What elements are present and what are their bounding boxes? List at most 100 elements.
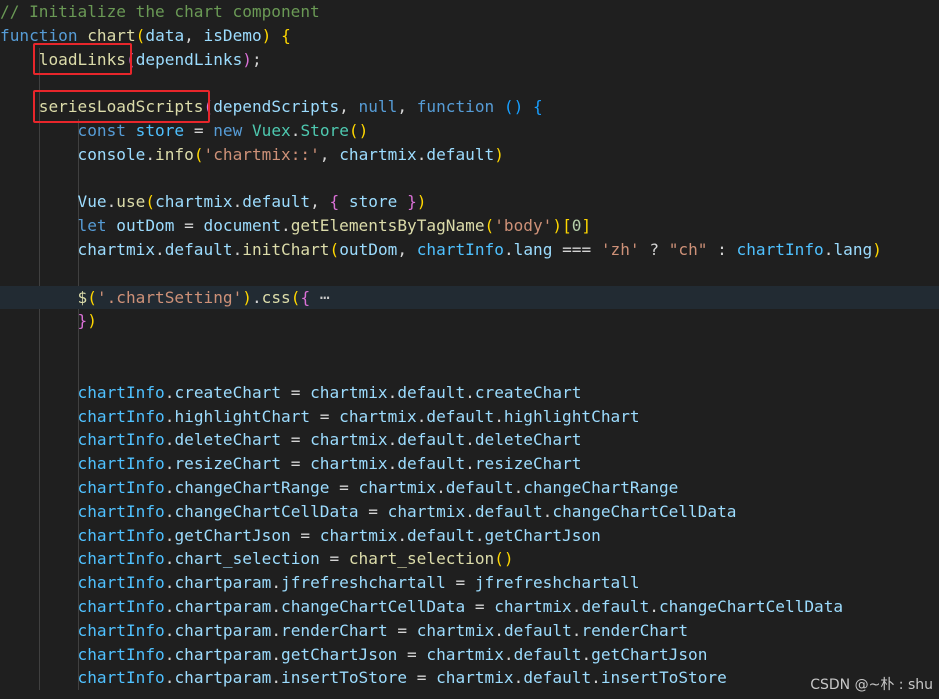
code-token: = bbox=[290, 525, 320, 545]
code-token: use bbox=[116, 192, 146, 212]
code-token: chartmix bbox=[310, 454, 388, 474]
code-token: . bbox=[397, 525, 408, 545]
code-token: default bbox=[164, 240, 233, 259]
code-line: chartInfo.changeChartCellData = chartmix… bbox=[0, 500, 939, 524]
code-token: . bbox=[271, 620, 282, 640]
code-token: = bbox=[407, 668, 437, 688]
code-token: ) bbox=[552, 216, 563, 236]
code-token: chartparam bbox=[174, 573, 272, 593]
code-token: . bbox=[649, 597, 659, 616]
code-token: Vuex bbox=[251, 121, 291, 140]
code-token: , bbox=[397, 97, 417, 117]
code-token: = bbox=[465, 597, 495, 616]
code-editor[interactable]: // Initialize the chart component functio… bbox=[0, 0, 939, 699]
code-line: chartInfo.chart_selection = chart_select… bbox=[0, 547, 939, 571]
code-token: . bbox=[164, 501, 175, 521]
code-token: ( bbox=[87, 287, 97, 307]
code-token: . bbox=[251, 287, 262, 307]
code-token: , bbox=[397, 240, 417, 259]
code-line: chartInfo.createChart = chartmix.default… bbox=[0, 381, 939, 405]
code-token: = bbox=[174, 216, 204, 236]
code-token: deleteChart bbox=[174, 430, 282, 450]
code-line: chartInfo.changeChartRange = chartmix.de… bbox=[0, 476, 939, 500]
code-token: chartmix bbox=[387, 501, 466, 521]
code-token: changeChartCellData bbox=[281, 597, 466, 616]
code-token: default bbox=[426, 406, 495, 426]
code-token: ) bbox=[87, 311, 97, 331]
code-token: ( bbox=[329, 240, 340, 259]
code-token: chartInfo bbox=[77, 430, 165, 450]
code-token: chartInfo bbox=[77, 501, 165, 521]
code-token: default bbox=[407, 525, 475, 545]
code-token: default bbox=[503, 620, 572, 640]
code-token: jfrefreshchartall bbox=[281, 573, 446, 593]
code-token: renderChart bbox=[281, 620, 388, 640]
code-token: chartparam bbox=[174, 644, 272, 664]
code-token: resizeChart bbox=[174, 454, 282, 474]
code-token: document bbox=[203, 216, 282, 236]
code-token: ( bbox=[193, 144, 204, 164]
code-token: createChart bbox=[474, 382, 582, 402]
code-line: }) bbox=[0, 309, 939, 333]
code-token: . bbox=[164, 620, 175, 640]
code-line-current: $('.chartSetting').css({ ⋯ bbox=[0, 285, 939, 310]
code-token: css bbox=[261, 287, 291, 307]
code-token: = bbox=[281, 430, 311, 450]
code-token: . bbox=[164, 406, 175, 426]
code-token: , bbox=[310, 192, 330, 212]
code-token: . bbox=[387, 430, 398, 450]
code-token: . bbox=[581, 644, 592, 664]
code-token: ] bbox=[581, 216, 592, 236]
code-token: === bbox=[552, 240, 601, 259]
code-line: Vue.use(chartmix.default, { store }) bbox=[0, 190, 939, 214]
code-token: . bbox=[271, 597, 282, 616]
code-token: () bbox=[494, 549, 514, 569]
code-token: chartInfo bbox=[736, 240, 824, 259]
code-token: chartmix bbox=[494, 597, 572, 616]
code-token: chartmix bbox=[358, 478, 437, 497]
fold-ellipsis-icon[interactable]: ⋯ bbox=[310, 288, 330, 307]
code-token: . bbox=[164, 454, 175, 474]
code-token: default bbox=[581, 597, 650, 616]
code-line: chartInfo.highlightChart = chartmix.defa… bbox=[0, 405, 939, 429]
code-token: . bbox=[281, 216, 291, 236]
code-token: : bbox=[707, 240, 737, 259]
code-token: { bbox=[281, 25, 291, 45]
code-token: = bbox=[310, 406, 340, 426]
code-token: = bbox=[281, 454, 311, 474]
code-line: chartInfo.chartparam.renderChart = chart… bbox=[0, 619, 939, 643]
code-token: . bbox=[474, 525, 485, 545]
code-token: chartmix bbox=[436, 668, 514, 688]
code-token: . bbox=[155, 240, 165, 259]
code-token: = bbox=[281, 382, 311, 402]
code-token: store bbox=[348, 192, 398, 212]
code-token: . bbox=[416, 144, 427, 164]
code-token: . bbox=[571, 620, 582, 640]
code-token: lang bbox=[513, 240, 553, 259]
code-line: chartInfo.chartparam.changeChartCellData… bbox=[0, 595, 939, 619]
code-token: highlightChart bbox=[503, 406, 640, 426]
code-token: getChartJson bbox=[174, 525, 291, 545]
code-line: chartInfo.chartparam.getChartJson = char… bbox=[0, 643, 939, 667]
code-token: . bbox=[387, 454, 398, 474]
code-token: outDom bbox=[116, 216, 175, 236]
code-token: . bbox=[232, 192, 243, 212]
code-token: ? bbox=[639, 240, 669, 259]
code-token: Store bbox=[300, 121, 349, 140]
code-token: chartInfo bbox=[77, 549, 165, 569]
code-token: . bbox=[164, 573, 175, 593]
code-token: getChartJson bbox=[281, 644, 398, 664]
code-token: { bbox=[300, 287, 311, 307]
code-token: ) bbox=[261, 25, 272, 45]
code-token: . bbox=[145, 144, 156, 164]
code-token: chartInfo bbox=[77, 573, 165, 593]
code-token: chartparam bbox=[174, 597, 272, 616]
code-token: ( bbox=[135, 25, 146, 45]
code-token: chartInfo bbox=[77, 478, 165, 497]
